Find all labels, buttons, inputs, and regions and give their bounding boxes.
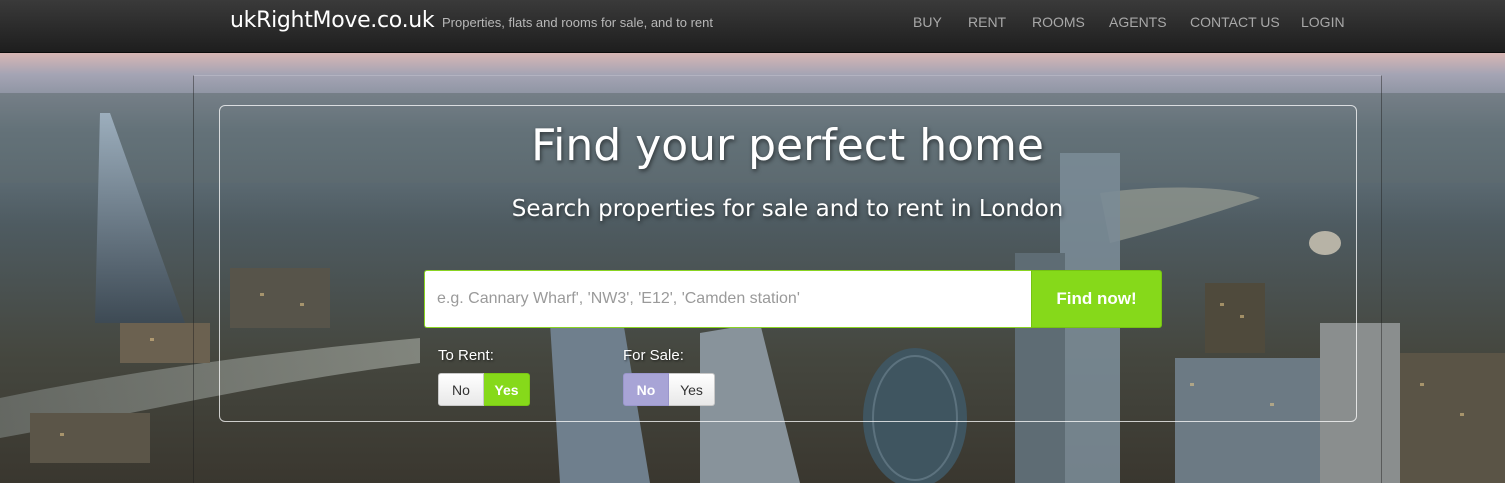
hero-headline: Find your perfect home — [531, 120, 1044, 171]
nav-rooms[interactable]: ROOMS — [1032, 14, 1085, 30]
for-sale-yes-option[interactable]: Yes — [669, 373, 715, 406]
nav-buy[interactable]: BUY — [913, 14, 942, 30]
to-rent-yes-option[interactable]: Yes — [484, 373, 530, 406]
for-sale-toggle: No Yes — [623, 373, 715, 406]
hero-subheadline: Search properties for sale and to rent i… — [511, 196, 1064, 222]
to-rent-no-option[interactable]: No — [438, 373, 484, 406]
for-sale-label: For Sale: — [623, 347, 684, 364]
nav-agents[interactable]: AGENTS — [1109, 14, 1167, 30]
location-search-input[interactable] — [424, 270, 1032, 328]
nav-rent[interactable]: RENT — [968, 14, 1006, 30]
to-rent-label: To Rent: — [438, 347, 494, 364]
for-sale-no-option[interactable]: No — [623, 373, 669, 406]
nav-login[interactable]: LOGIN — [1301, 14, 1345, 30]
nav-contact-us[interactable]: CONTACT US — [1190, 14, 1280, 30]
brand-logo[interactable]: ukRightMove.co.uk — [230, 8, 435, 33]
site-tagline: Properties, flats and rooms for sale, an… — [442, 15, 713, 30]
hero-banner: Find your perfect home Search properties… — [0, 53, 1505, 483]
top-navbar: ukRightMove.co.uk Properties, flats and … — [0, 0, 1505, 53]
to-rent-toggle: No Yes — [438, 373, 530, 406]
find-now-button[interactable]: Find now! — [1031, 270, 1162, 328]
